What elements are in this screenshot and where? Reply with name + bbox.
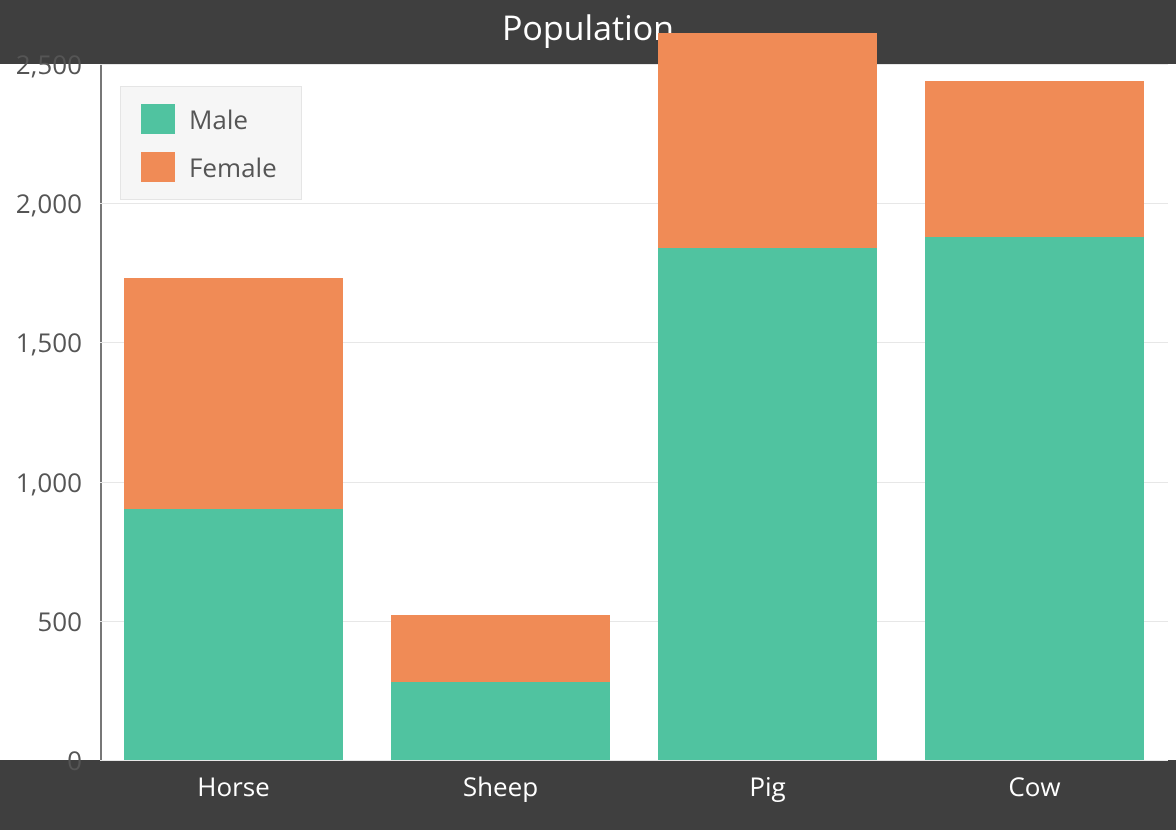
- legend-swatch-female: [141, 152, 175, 182]
- grid-line: [100, 64, 1168, 65]
- y-tick-label: 0: [0, 742, 100, 778]
- legend-label-female: Female: [189, 149, 277, 185]
- legend-swatch-male: [141, 104, 175, 134]
- bar-male: [658, 248, 877, 760]
- bar-male: [391, 682, 610, 760]
- grid-line: [100, 760, 1168, 761]
- x-tick-label: Sheep: [463, 768, 538, 804]
- bar-female: [124, 278, 343, 509]
- y-tick-label: 1,000: [0, 464, 100, 500]
- bar-female: [391, 615, 610, 682]
- legend-item-male: Male: [137, 95, 281, 143]
- y-tick-label: 2,000: [0, 185, 100, 221]
- bar-female: [658, 33, 877, 247]
- y-tick-label: 500: [0, 603, 100, 639]
- chart-title: Population: [0, 0, 1176, 64]
- x-axis-band: [0, 760, 1176, 830]
- plot-area: Male Female 05001,0001,5002,0002,500Hors…: [100, 64, 1168, 760]
- bar-male: [124, 509, 343, 760]
- x-tick-label: Cow: [1008, 768, 1060, 804]
- x-tick-label: Pig: [749, 768, 785, 804]
- bar-female: [925, 81, 1144, 237]
- legend-label-male: Male: [189, 101, 248, 137]
- chart-frame: Population Male Female 05001,0001,5002,0…: [0, 0, 1176, 830]
- y-tick-label: 2,500: [0, 46, 100, 82]
- bar-male: [925, 237, 1144, 760]
- x-tick-label: Horse: [197, 768, 269, 804]
- legend: Male Female: [120, 86, 302, 200]
- y-tick-label: 1,500: [0, 324, 100, 360]
- legend-item-female: Female: [137, 143, 281, 191]
